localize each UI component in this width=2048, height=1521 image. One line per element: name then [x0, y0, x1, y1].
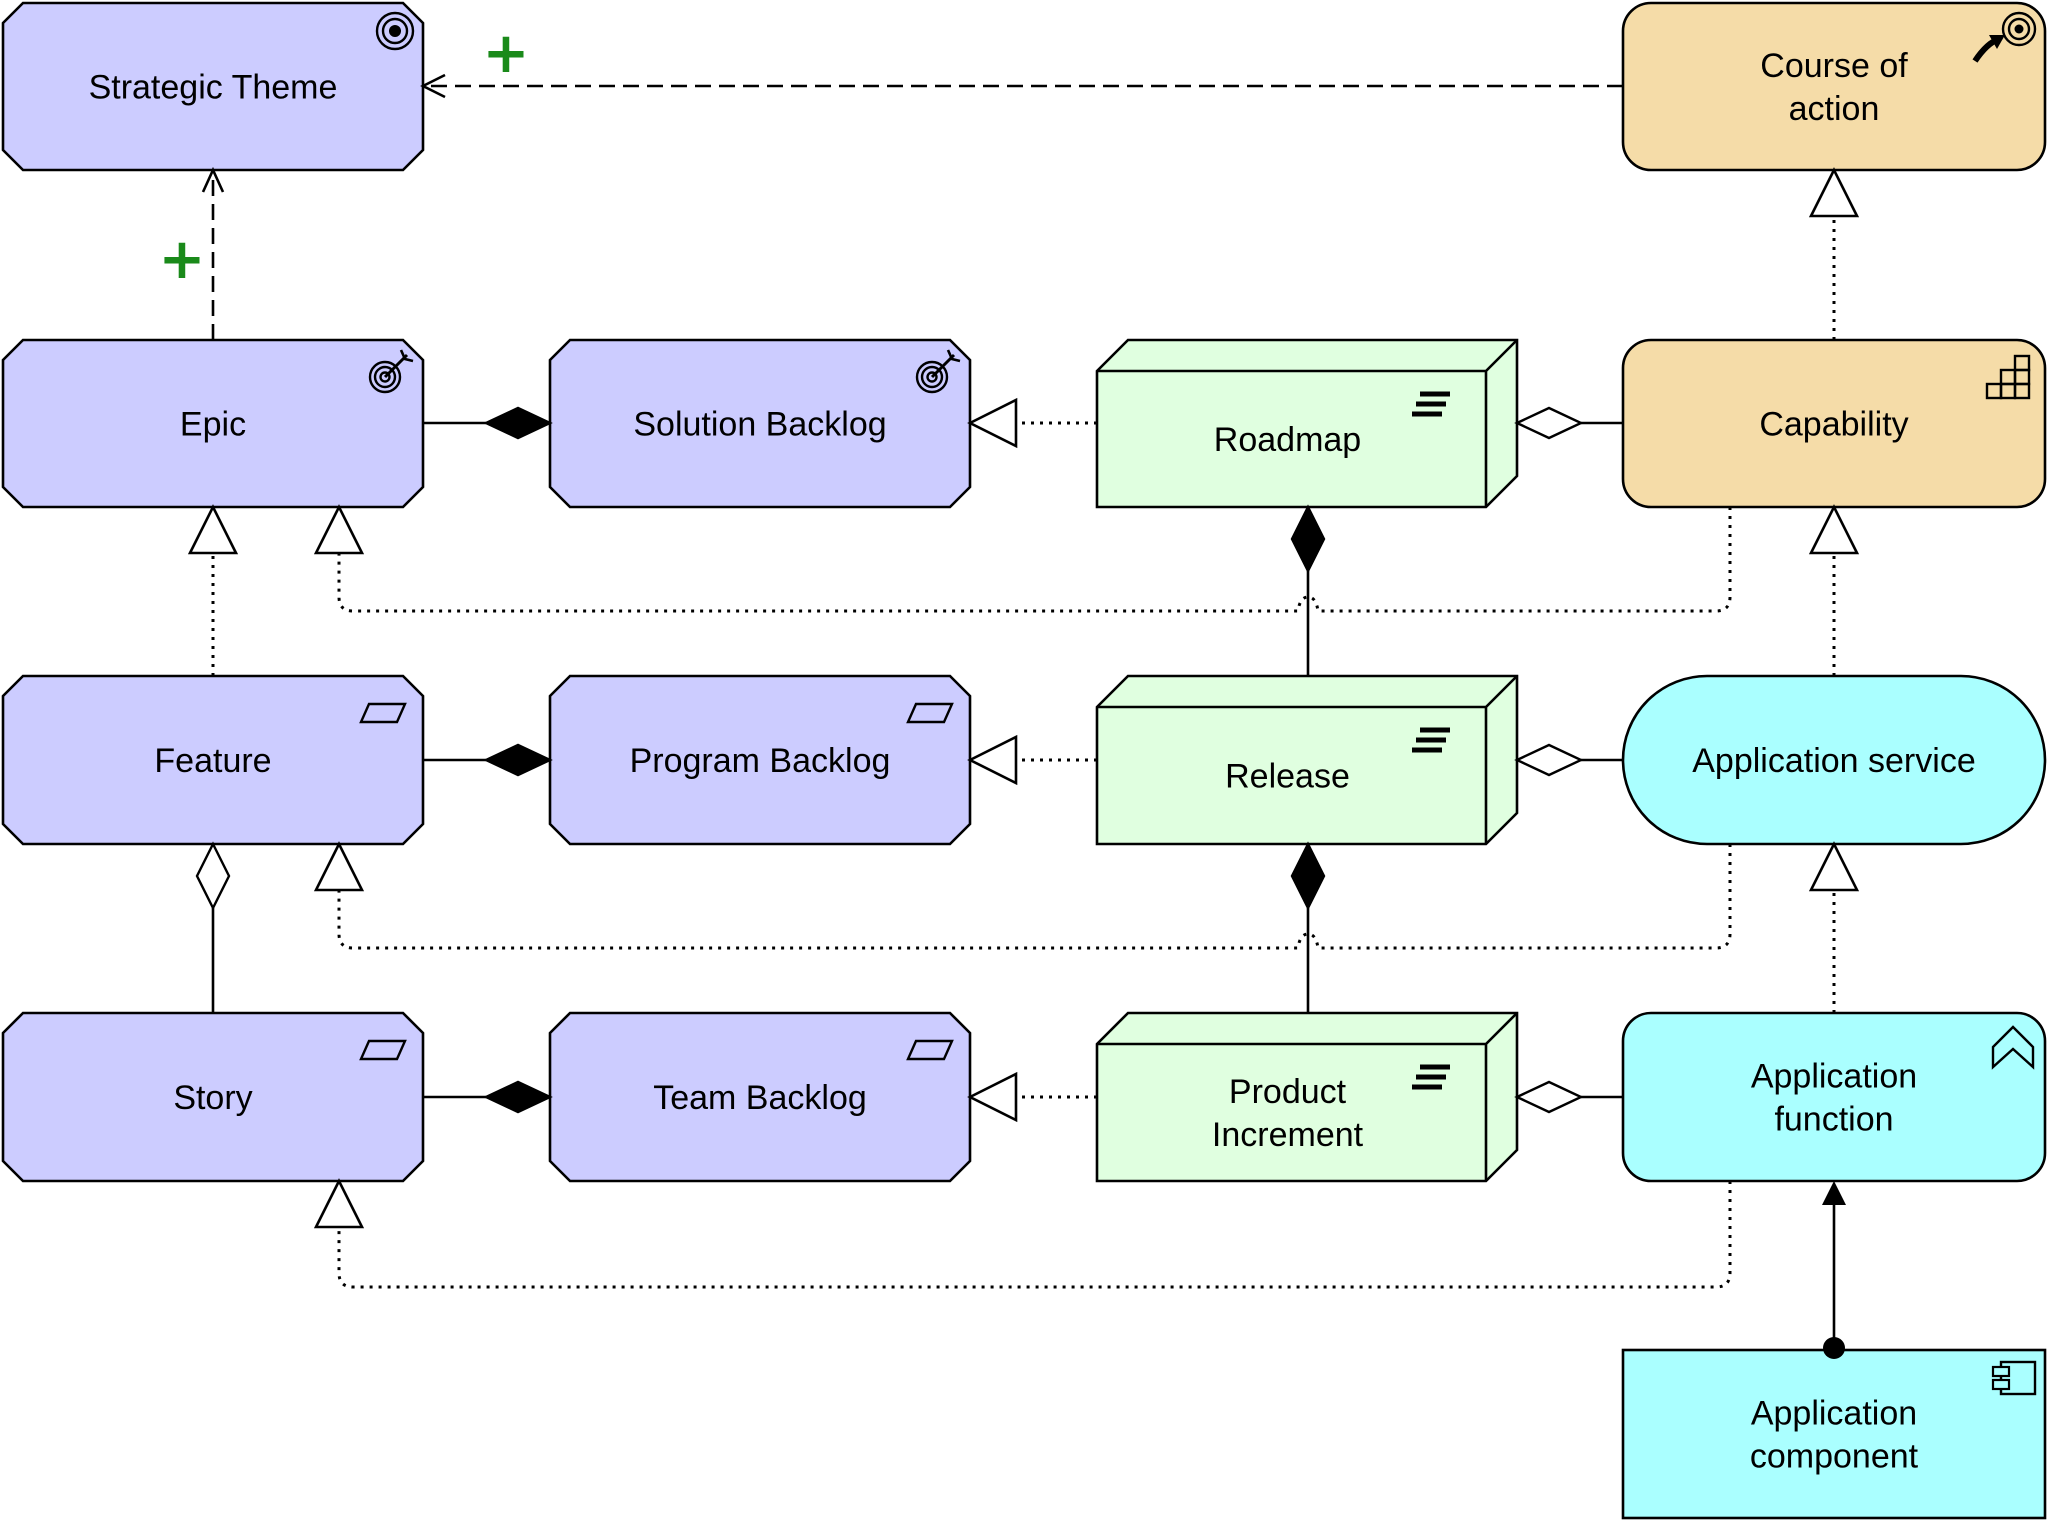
node-label: Feature — [154, 742, 271, 780]
node-epic[interactable]: Epic — [1, 338, 425, 509]
node-label: action — [1789, 90, 1880, 128]
node-label: Application service — [1692, 742, 1975, 780]
node-label: Release — [1225, 758, 1350, 796]
edge-realization-application-function-story[interactable] — [337, 1181, 1732, 1289]
node-shape — [1621, 1348, 2047, 1520]
realization-triangle — [313, 1178, 365, 1229]
node-feature[interactable]: Feature — [1, 674, 425, 846]
node-story[interactable]: Story — [1, 1011, 425, 1183]
node-application-service[interactable]: Application service — [1621, 674, 2047, 846]
node-product-increment[interactable]: Product Increment — [1095, 1011, 1519, 1183]
node-roadmap[interactable]: Roadmap — [1095, 338, 1519, 509]
assignment-arrow-head — [1822, 1181, 1846, 1205]
node-team-backlog[interactable]: Team Backlog — [548, 1011, 972, 1183]
realization-triangle — [967, 1071, 1018, 1123]
aggregation-diamond — [1514, 406, 1584, 440]
realization-triangle — [1808, 841, 1860, 892]
influence-plus-marker: + — [159, 227, 206, 292]
node-label: Application — [1751, 1058, 1917, 1096]
node-label: Story — [173, 1079, 252, 1117]
edge-realization-capability-epic[interactable] — [337, 507, 1732, 613]
aggregation-diamond — [195, 841, 231, 911]
node-label: Strategic Theme — [89, 69, 338, 107]
diagram-canvas: Strategic Theme Course of action Epic Soluti… — [1, 1, 2047, 1520]
node-label: Product — [1229, 1073, 1347, 1111]
node-application-function[interactable]: Application function — [1621, 1011, 2047, 1183]
composition-diamond — [483, 1080, 553, 1114]
realization-triangle — [1808, 167, 1860, 218]
influence-plus-marker: + — [483, 21, 530, 86]
node-label: Application — [1751, 1395, 1917, 1433]
realization-triangle — [187, 504, 239, 555]
realization-triangle — [313, 841, 365, 892]
realization-triangle — [1808, 504, 1860, 555]
node-label: Solution Backlog — [633, 406, 886, 444]
node-label: function — [1774, 1101, 1893, 1139]
node-label: Increment — [1212, 1116, 1364, 1154]
node-capability[interactable]: Capability — [1621, 338, 2047, 509]
node-label: component — [1750, 1438, 1919, 1476]
node-program-backlog[interactable]: Program Backlog — [548, 674, 972, 846]
composition-diamond — [483, 406, 553, 440]
composition-diamond — [1290, 841, 1326, 911]
node-solution-backlog[interactable]: Solution Backlog — [548, 338, 972, 509]
realization-triangle — [967, 397, 1018, 449]
aggregation-diamond — [1514, 1080, 1584, 1114]
node-label: Roadmap — [1214, 421, 1361, 459]
node-strategic-theme[interactable]: Strategic Theme — [1, 1, 425, 172]
node-release[interactable]: Release — [1095, 674, 1519, 846]
aggregation-diamond — [1514, 743, 1584, 777]
node-label: Team Backlog — [653, 1079, 867, 1117]
edges-layer — [211, 84, 1836, 1346]
node-course-of-action[interactable]: Course of action — [1621, 1, 2047, 172]
node-application-component[interactable]: Application component — [1621, 1348, 2047, 1520]
composition-diamond — [483, 743, 553, 777]
edge-realization-application-service-feature[interactable] — [337, 844, 1732, 950]
node-label: Capability — [1759, 406, 1908, 444]
node-shape — [1621, 1011, 2047, 1183]
assignment-dot — [1823, 1337, 1845, 1359]
node-label: Epic — [180, 406, 246, 444]
node-label: Program Backlog — [630, 742, 891, 780]
node-shape — [1621, 1, 2047, 172]
composition-diamond — [1290, 504, 1326, 574]
goal-icon — [375, 11, 415, 51]
realization-triangle — [967, 734, 1018, 786]
node-label: Course of — [1760, 47, 1908, 85]
realization-triangle — [313, 504, 365, 555]
